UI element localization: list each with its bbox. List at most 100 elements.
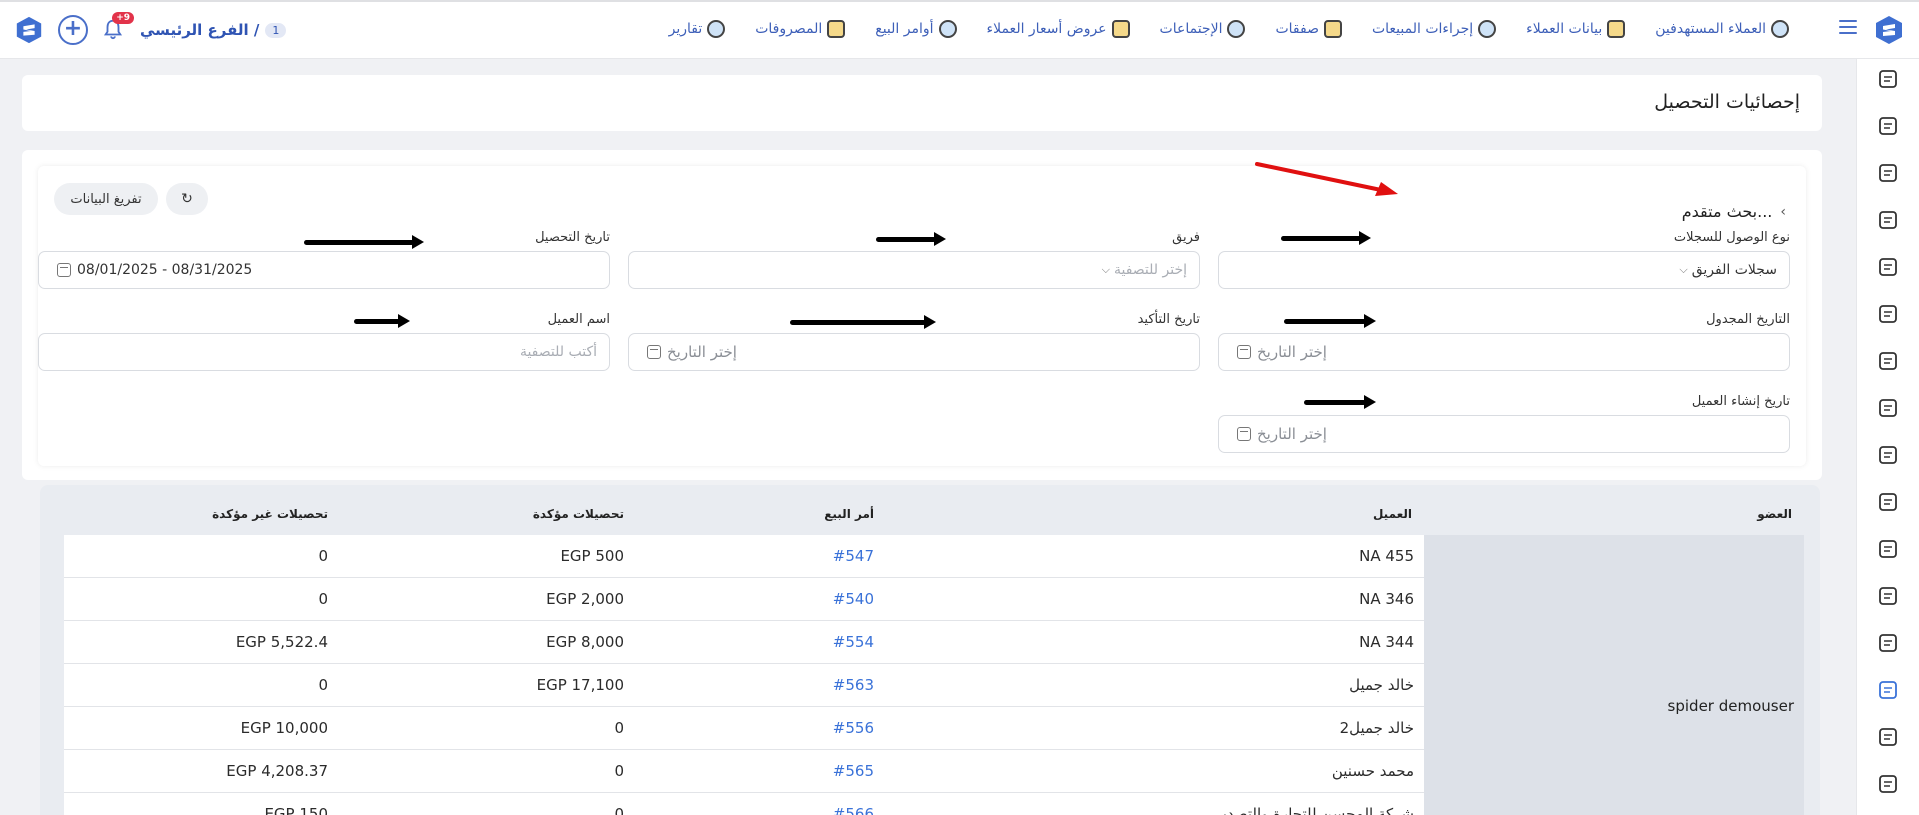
secondary-logo-icon[interactable] — [14, 15, 44, 45]
collection-stats-icon[interactable] — [1876, 678, 1900, 702]
customer-created-date-input[interactable]: إختر التاريخ — [1218, 415, 1790, 453]
client-cell: شركة المحسن للتجارة والتصدير — [1214, 805, 1414, 815]
order-link[interactable]: #566 — [833, 805, 874, 815]
order-link[interactable]: #554 — [833, 633, 874, 651]
screen-icon[interactable] — [1876, 772, 1900, 796]
nav-item-8[interactable]: تقارير — [669, 20, 726, 38]
scheduled-date-label: التاريخ المجدول — [1706, 312, 1790, 327]
order-link[interactable]: #547 — [833, 547, 874, 565]
confirm-date-placeholder: إختر التاريخ — [667, 343, 737, 361]
meetings-icon — [1227, 20, 1246, 38]
team-placeholder: إختر للتصفية — [1113, 262, 1187, 278]
branch-count-badge: 1 — [265, 22, 287, 38]
target-customers-icon — [1771, 20, 1789, 38]
settings-icon[interactable] — [1876, 725, 1900, 749]
confirm-date-label: تاريخ التأكيد — [1137, 312, 1200, 327]
person-check-icon[interactable] — [1876, 537, 1900, 561]
notifications-bell-icon[interactable]: +9 — [102, 12, 134, 42]
nav-item-label: صفقات — [1275, 21, 1319, 37]
money-icon[interactable] — [1876, 161, 1900, 185]
invoice-icon[interactable] — [1876, 349, 1900, 373]
document-add-icon[interactable] — [1876, 584, 1900, 608]
collection-date-label: تاريخ التحصيل — [535, 230, 610, 245]
nav-item-2[interactable]: إجراءات المبيعات — [1372, 20, 1497, 38]
users-group-icon[interactable] — [1876, 114, 1900, 138]
table-row: محمد حسنين #565 0 EGP 4,208.37 — [64, 750, 1424, 793]
collection-date-range-input[interactable]: 08/01/2025 - 08/31/2025 — [38, 251, 610, 289]
notification-badge: +9 — [112, 12, 134, 24]
deals-icon — [1323, 20, 1342, 38]
signature-icon[interactable] — [1876, 396, 1900, 420]
nav-item-label: الإجتماعات — [1159, 21, 1223, 37]
header-confirmed: تحصيلات مؤكدة — [532, 507, 624, 521]
warning-icon[interactable] — [1876, 208, 1900, 232]
scheduled-date-input[interactable]: إختر التاريخ — [1218, 333, 1790, 371]
chevron-down-icon: ⌵ — [1101, 263, 1110, 276]
branch-selector[interactable]: 1 الفرع الرئيسي / — [140, 21, 287, 39]
annotation-arrow-customer-name — [354, 314, 410, 328]
annotation-arrow-team — [876, 232, 946, 246]
confirm-date-input[interactable]: إختر التاريخ — [628, 333, 1200, 371]
nav-item-label: المصروفات — [755, 21, 823, 37]
document-search-icon[interactable] — [1876, 631, 1900, 655]
refresh-button[interactable]: ↻ — [166, 183, 208, 215]
right-sidebar — [1856, 59, 1919, 815]
team-select[interactable]: إختر للتصفية ⌵ — [628, 251, 1200, 289]
nav-item-4[interactable]: الإجتماعات — [1160, 20, 1246, 38]
nav-item-3[interactable]: صفقات — [1275, 20, 1342, 38]
customer-data-icon — [1607, 20, 1626, 38]
nav-item-1[interactable]: بيانات العملاء — [1526, 20, 1626, 38]
page-title: إحصائيات التحصيل — [1654, 91, 1800, 113]
calendar-icon — [1237, 427, 1251, 441]
order-link[interactable]: #563 — [833, 676, 874, 694]
unconfirmed-cell: EGP 10,000 — [240, 719, 328, 737]
customer-name-input[interactable]: أكتب للتصفية — [38, 333, 610, 371]
chevron-down-icon: ⌵ — [1679, 263, 1688, 276]
nav-item-label: عروض أسعار العملاء — [986, 21, 1107, 37]
table-row: خالد جميل2 #556 0 EGP 10,000 — [64, 707, 1424, 750]
menu-icon[interactable] — [1839, 20, 1857, 36]
access-type-select[interactable]: سجلات الفريق ⌵ — [1218, 251, 1790, 289]
scheduled-date-placeholder: إختر التاريخ — [1257, 343, 1327, 361]
advanced-search-toggle[interactable]: ‹ بحث متقدم... — [1682, 202, 1786, 221]
collections-table: العضو العميل أمر البيع تحصيلات مؤكدة تحص… — [40, 485, 1820, 815]
app-logo-icon[interactable] — [1873, 14, 1905, 46]
nav-item-5[interactable]: عروض أسعار العملاء — [987, 20, 1130, 38]
main-nav: العملاء المستهدفين بيانات العملاء إجراءات … — [669, 20, 1789, 38]
annotation-arrow-advanced-search — [1255, 162, 1398, 196]
table-header: العضو العميل أمر البيع تحصيلات مؤكدة تحص… — [64, 493, 1804, 525]
nav-item-label: بيانات العملاء — [1526, 21, 1603, 37]
branch-label: الفرع الرئيسي / — [140, 21, 260, 39]
nav-item-6[interactable]: أوامر البيع — [875, 20, 957, 38]
confirmed-cell: EGP 500 — [560, 547, 624, 565]
quotes-icon — [1111, 20, 1130, 38]
annotation-arrow-confirm-date — [790, 315, 936, 329]
shipping-icon[interactable] — [1876, 490, 1900, 514]
confirmed-cell: EGP 2,000 — [546, 590, 624, 608]
nav-item-7[interactable]: المصروفات — [755, 20, 846, 38]
new-record-icon[interactable] — [1876, 67, 1900, 91]
pyramid-icon[interactable] — [1876, 302, 1900, 326]
order-link[interactable]: #540 — [833, 590, 874, 608]
nav-item-0[interactable]: العملاء المستهدفين — [1655, 20, 1789, 38]
client-cell: خالد جميل — [1349, 676, 1414, 694]
nav-item-label: تقارير — [668, 21, 703, 37]
calendar-icon — [57, 263, 71, 277]
confirmed-cell: 0 — [614, 719, 624, 737]
header-client: العميل — [1372, 507, 1412, 521]
advanced-search-label: بحث متقدم... — [1681, 202, 1773, 221]
annotation-arrow-customer-created-date — [1304, 395, 1376, 409]
customer-created-date-placeholder: إختر التاريخ — [1257, 425, 1327, 443]
client-cell: NA 346 — [1359, 590, 1414, 608]
client-cell: NA 455 — [1359, 547, 1414, 565]
table-row: NA 344 #554 EGP 8,000 EGP 5,522.4 — [64, 621, 1424, 664]
order-link[interactable]: #565 — [833, 762, 874, 780]
add-button[interactable]: + — [58, 15, 88, 45]
truck-icon[interactable] — [1876, 443, 1900, 467]
nav-item-label: أوامر البيع — [875, 21, 934, 37]
video-icon[interactable] — [1876, 255, 1900, 279]
reports-icon — [707, 20, 726, 38]
customer-name-placeholder: أكتب للتصفية — [519, 344, 597, 360]
order-link[interactable]: #556 — [833, 719, 874, 737]
clear-data-button[interactable]: تفريغ البيانات — [54, 183, 158, 215]
